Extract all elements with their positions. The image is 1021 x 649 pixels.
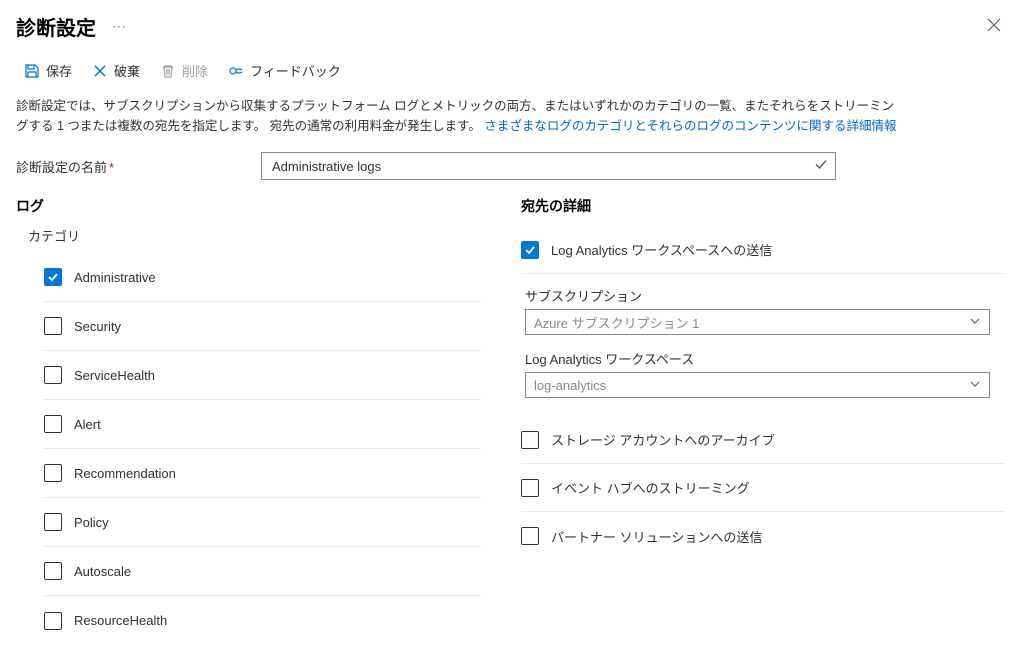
category-label: Policy [74, 515, 109, 530]
logs-heading: ログ [16, 196, 481, 216]
required-indicator: * [109, 160, 114, 175]
checkbox-log-analytics[interactable] [521, 241, 539, 259]
feedback-label: フィードバック [250, 61, 341, 80]
workspace-value: log-analytics [534, 378, 606, 393]
category-label: ServiceHealth [74, 368, 155, 383]
category-label: Alert [74, 417, 101, 432]
chevron-down-icon [969, 315, 981, 330]
dest-log-analytics-label: Log Analytics ワークスペースへの送信 [551, 240, 772, 259]
category-label: Autoscale [74, 564, 131, 579]
description-link[interactable]: さまざまなログのカテゴリとそれらのログのコンテンツに関する詳細情報 [484, 119, 896, 133]
category-label: Recommendation [74, 466, 176, 481]
category-row: Autoscale [44, 547, 481, 596]
subscription-dropdown[interactable]: Azure サブスクリプション 1 [525, 309, 990, 335]
save-icon [24, 63, 40, 79]
dest-eventhub-label: イベント ハブへのストリーミング [551, 478, 750, 497]
category-row: Recommendation [44, 449, 481, 498]
toolbar: 保存 破棄 削除 フィードバック [0, 49, 1021, 96]
checkbox-policy[interactable] [44, 513, 62, 531]
close-button[interactable] [983, 14, 1005, 39]
checkbox-autoscale[interactable] [44, 562, 62, 580]
check-icon [814, 158, 828, 175]
save-label: 保存 [46, 61, 72, 80]
workspace-dropdown[interactable]: log-analytics [525, 372, 990, 398]
name-input[interactable] [261, 152, 836, 180]
description: 診断設定では、サブスクリプションから収集するプラットフォーム ログとメトリックの… [0, 96, 920, 152]
checkbox-recommendation[interactable] [44, 464, 62, 482]
delete-label: 削除 [182, 61, 208, 80]
checkbox-partner[interactable] [521, 527, 539, 545]
trash-icon [160, 63, 176, 79]
delete-button: 削除 [152, 57, 216, 84]
checkbox-alert[interactable] [44, 415, 62, 433]
category-row: Alert [44, 400, 481, 449]
category-row: Security [44, 302, 481, 351]
category-row: Policy [44, 498, 481, 547]
category-label: Security [74, 319, 121, 334]
category-list: Administrative Security ServiceHealth Al… [44, 253, 481, 645]
close-icon [987, 18, 1001, 32]
chevron-down-icon [969, 378, 981, 393]
workspace-label: Log Analytics ワークスペース [525, 349, 1005, 368]
subscription-value: Azure サブスクリプション 1 [534, 313, 699, 332]
subscription-label: サブスクリプション [525, 286, 1005, 305]
destination-heading: 宛先の詳細 [521, 196, 1005, 216]
discard-icon [92, 63, 108, 79]
category-row: ResourceHealth [44, 596, 481, 645]
checkbox-administrative[interactable] [44, 268, 62, 286]
category-label: ResourceHealth [74, 613, 167, 628]
checkbox-event-hub[interactable] [521, 479, 539, 497]
discard-button[interactable]: 破棄 [84, 57, 148, 84]
category-row: ServiceHealth [44, 351, 481, 400]
checkbox-security[interactable] [44, 317, 62, 335]
feedback-button[interactable]: フィードバック [220, 57, 349, 84]
dest-storage-label: ストレージ アカウントへのアーカイブ [551, 430, 775, 449]
category-label: Administrative [74, 270, 156, 285]
checkbox-servicehealth[interactable] [44, 366, 62, 384]
category-row: Administrative [44, 253, 481, 302]
save-button[interactable]: 保存 [16, 57, 80, 84]
name-field-label: 診断設定の名前* [16, 157, 261, 176]
checkbox-resourcehealth[interactable] [44, 612, 62, 630]
feedback-icon [228, 63, 244, 79]
dest-partner-label: パートナー ソリューションへの送信 [551, 527, 762, 546]
more-button[interactable]: ⋯ [108, 14, 130, 39]
category-heading: カテゴリ [28, 226, 481, 245]
checkbox-storage[interactable] [521, 431, 539, 449]
discard-label: 破棄 [114, 61, 140, 80]
page-title: 診断設定 [16, 12, 96, 41]
